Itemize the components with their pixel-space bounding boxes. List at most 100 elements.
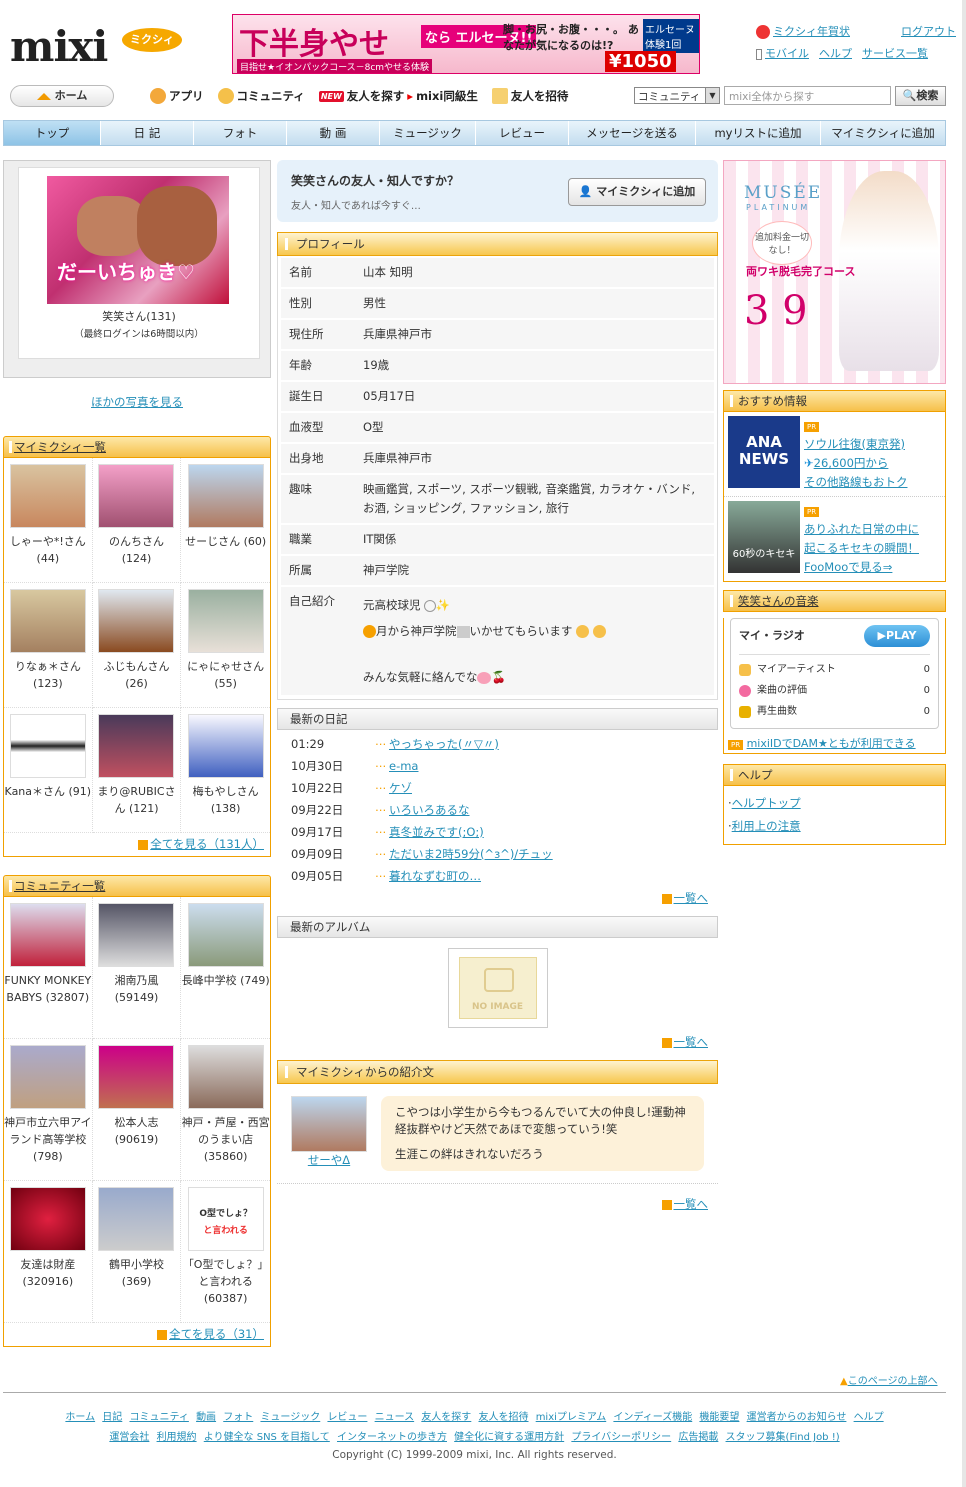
tab-music[interactable]: ミュージック bbox=[380, 121, 476, 145]
profile-value: 神戸学院 bbox=[363, 563, 409, 577]
friend-item[interactable]: まり@RUBICさん (121) bbox=[92, 708, 182, 833]
profile-row: 名前 山本 知明 bbox=[281, 258, 714, 289]
footer-link[interactable]: フォト bbox=[223, 1412, 253, 1423]
search-input[interactable]: mixi全体から探す bbox=[724, 86, 891, 105]
diary-row[interactable]: 10月30日 ⋯ e-ma bbox=[277, 755, 718, 777]
diary-row[interactable]: 09月05日 ⋯ 暮れなずむ町の… bbox=[277, 865, 718, 887]
community-item[interactable]: 長峰中学校 (749) bbox=[181, 897, 270, 1039]
community-item[interactable]: 神戸・芦屋・西宮のうまい店 (35860) bbox=[181, 1039, 270, 1181]
friend-item[interactable]: Kana＊さん (91) bbox=[4, 708, 93, 833]
friend-item[interactable]: ふじもんさん (26) bbox=[92, 583, 182, 708]
community-item[interactable]: FUNKY MONKEY BABYS (32807) bbox=[4, 897, 93, 1039]
tab-diary[interactable]: 日 記 bbox=[101, 121, 194, 145]
community-item[interactable]: 神戸市立六甲アイランド高等学校 (798) bbox=[4, 1039, 93, 1181]
diary-title[interactable]: ケゾ bbox=[389, 777, 412, 799]
music-row[interactable]: 楽曲の評価 0 bbox=[739, 680, 930, 701]
footer-link[interactable]: 運営者からのお知らせ bbox=[747, 1412, 847, 1423]
tab-photo[interactable]: フォト bbox=[194, 121, 287, 145]
footer-link[interactable]: 広告掲載 bbox=[678, 1432, 718, 1443]
diary-title[interactable]: いろいろあるな bbox=[389, 799, 470, 821]
nenga-link[interactable]: ミクシィ年賀状 bbox=[756, 23, 850, 39]
footer-link[interactable]: ミュージック bbox=[260, 1412, 320, 1423]
recommend-item[interactable]: 60秒のキセキ PR ありふれた日常の中に 起こるキセキの瞬間！ FooMooで… bbox=[724, 497, 945, 581]
search-button[interactable]: 🔍検索 bbox=[895, 86, 946, 106]
nav-find-friends[interactable]: NEW 友人を探す ▸ mixi同級生 bbox=[318, 88, 478, 104]
nav-app[interactable]: アプリ bbox=[150, 88, 204, 104]
top-ad-banner[interactable]: 下半身やせ なら エルセーヌ!! 脚・お尻・お腹・・・。 あなたが気になるのは!… bbox=[232, 14, 700, 74]
avatar[interactable] bbox=[291, 1096, 367, 1152]
footer-link[interactable]: プライバシーポリシー bbox=[571, 1432, 671, 1443]
tab-add-mymixi[interactable]: マイミクシィに追加 bbox=[821, 121, 945, 145]
footer-link[interactable]: 運営会社 bbox=[109, 1432, 149, 1443]
nav-invite[interactable]: 友人を招待 bbox=[491, 88, 568, 104]
friend-item[interactable]: りなぁ＊さん (123) bbox=[4, 583, 93, 708]
diary-row[interactable]: 09月17日 ⋯ 真冬並みです(;O;) bbox=[277, 821, 718, 843]
community-item[interactable]: O型でしょ？ と言われる 「O型でしょ？」と言われる (60387) bbox=[181, 1181, 270, 1323]
diary-title[interactable]: e-ma bbox=[389, 755, 418, 777]
footer-link[interactable]: ヘルプ bbox=[854, 1412, 884, 1423]
recommend-item[interactable]: ANA NEWS PR ソウル往復(東京発) ✈26,600円から その他路線も… bbox=[724, 412, 945, 497]
friend-item[interactable]: のんちさん (124) bbox=[92, 458, 182, 583]
other-photos-link[interactable]: ほかの写真を見る bbox=[91, 395, 183, 409]
diary-row[interactable]: 09月22日 ⋯ いろいろあるな bbox=[277, 799, 718, 821]
home-button[interactable]: ホーム bbox=[10, 85, 114, 107]
footer-link[interactable]: 利用規約 bbox=[157, 1432, 197, 1443]
footer-link[interactable]: 健全化に資する運用方針 bbox=[454, 1432, 564, 1443]
footer-link[interactable]: レビュー bbox=[327, 1412, 367, 1423]
right-ad[interactable]: MUSÉE PLATINUM 追加料金一切なし！ 両ワキ脱毛完了コース 3 9 bbox=[723, 160, 946, 384]
footer-link[interactable]: スタッフ募集(Find Job !) bbox=[726, 1432, 840, 1443]
footer-link[interactable]: 日記 bbox=[102, 1412, 122, 1423]
diary-title[interactable]: 暮れなずむ町の… bbox=[389, 865, 481, 887]
terms-link[interactable]: 利用上の注意 bbox=[732, 819, 801, 833]
footer-link[interactable]: インターネットの歩き方 bbox=[337, 1432, 447, 1443]
intro-header: マイミクシィからの紹介文 bbox=[277, 1060, 718, 1084]
footer-link[interactable]: コミュニティ bbox=[129, 1412, 188, 1423]
music-row[interactable]: 再生曲数 0 bbox=[739, 701, 930, 722]
friend-item[interactable]: しゃーや*!さん (44) bbox=[4, 458, 93, 583]
profile-photo[interactable]: だーいちゅき♡ bbox=[47, 176, 229, 304]
nav-community[interactable]: コミュニティ bbox=[217, 88, 305, 104]
mobile-link[interactable]: モバイル bbox=[756, 45, 809, 61]
footer-link[interactable]: より健全な SNS を目指して bbox=[204, 1432, 330, 1443]
footer-link[interactable]: 機能要望 bbox=[699, 1412, 739, 1423]
diary-title[interactable]: 真冬並みです(;O;) bbox=[389, 821, 484, 843]
add-mymixi-button[interactable]: 👤 マイミクシィに追加 bbox=[568, 178, 706, 206]
community-item[interactable]: 鶴甲小学校 (369) bbox=[92, 1181, 182, 1323]
community-item[interactable]: 湘南乃風 (59149) bbox=[92, 897, 182, 1039]
tab-top[interactable]: トップ bbox=[4, 121, 101, 145]
album-no-image[interactable]: NO IMAGE bbox=[447, 948, 548, 1028]
diary-title[interactable]: やっちゃった(〃▽〃) bbox=[389, 733, 499, 755]
tab-video[interactable]: 動 画 bbox=[287, 121, 380, 145]
footer-link[interactable]: ホーム bbox=[65, 1412, 95, 1423]
friend-item[interactable]: せーじさん (60) bbox=[181, 458, 270, 583]
footer-link[interactable]: mixiプレミアム bbox=[536, 1412, 607, 1423]
tab-add-mylist[interactable]: myリストに追加 bbox=[696, 121, 821, 145]
friend-item[interactable]: 梅もやしさん (138) bbox=[181, 708, 270, 833]
community-item[interactable]: 友達は財産 (320916) bbox=[4, 1181, 93, 1323]
scrollbar[interactable] bbox=[962, 0, 966, 1487]
tab-review[interactable]: レビュー bbox=[476, 121, 569, 145]
play-button[interactable]: ▶PLAY bbox=[864, 625, 930, 647]
music-row[interactable]: マイアーティスト 0 bbox=[739, 659, 930, 680]
diary-row[interactable]: 01:29 ⋯ やっちゃった(〃▽〃) bbox=[277, 733, 718, 755]
intro-more: 一覧へ bbox=[277, 1184, 718, 1222]
mixi-logo[interactable]: mixi ミクシィ bbox=[10, 22, 182, 72]
help-link[interactable]: ヘルプ bbox=[819, 45, 852, 61]
footer-link[interactable]: 友人を探す bbox=[421, 1412, 471, 1423]
diary-title[interactable]: ただいま2時59分(^з^)/チュッ bbox=[389, 843, 553, 865]
diary-row[interactable]: 10月22日 ⋯ ケゾ bbox=[277, 777, 718, 799]
diary-row[interactable]: 09月09日 ⋯ ただいま2時59分(^з^)/チュッ bbox=[277, 843, 718, 865]
footer-link[interactable]: 友人を招待 bbox=[479, 1412, 529, 1423]
footer-link[interactable]: インディーズ機能 bbox=[613, 1412, 692, 1423]
introducer[interactable]: せーやΔ bbox=[291, 1096, 367, 1171]
community-item[interactable]: 松本人志 (90619) bbox=[92, 1039, 182, 1181]
introducer-name[interactable]: せーやΔ bbox=[308, 1153, 350, 1167]
search-scope-select[interactable]: コミュニティ ▼ bbox=[634, 87, 720, 104]
help-top-link[interactable]: ヘルプトップ bbox=[732, 796, 801, 810]
logout-link[interactable]: ログアウト bbox=[901, 23, 956, 39]
footer-link[interactable]: ニュース bbox=[375, 1412, 415, 1423]
friend-item[interactable]: にゃにゃせさん (55) bbox=[181, 583, 270, 708]
footer-link[interactable]: 動画 bbox=[196, 1412, 216, 1423]
services-link[interactable]: サービス一覧 bbox=[862, 45, 928, 61]
tab-send-message[interactable]: メッセージを送る bbox=[569, 121, 696, 145]
